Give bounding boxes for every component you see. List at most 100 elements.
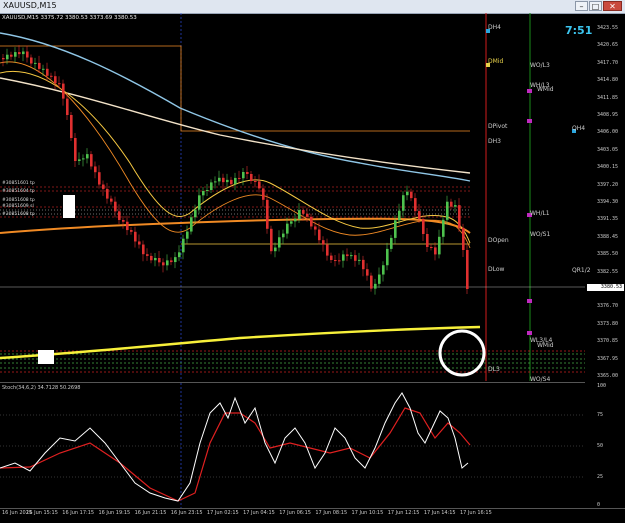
candle-bull [442,219,445,237]
candle-bear [134,231,137,242]
candle-bear [318,229,321,241]
candle-bull [298,210,301,219]
candle-bear [54,76,57,84]
stoch-signal-line [0,407,471,502]
level-label-dopen: DOpen [488,237,509,244]
candle-bear [94,166,97,173]
price-axis-label: 3420.65 [597,42,619,49]
level-marker [527,89,532,93]
level-label-whl1: WH/L1 [530,210,550,217]
candle-bear [326,244,329,256]
time-axis-label: 17 Jun 08:15 [315,510,348,516]
candle-bear [126,221,129,231]
order-label[interactable]: #30851604 tp [2,189,35,194]
candle-bull [86,154,89,159]
price-axis-label: 3403.05 [597,146,619,153]
price-axis-label: 3417.70 [597,59,619,66]
order-label[interactable]: #30851608 tp [2,198,35,203]
candle-bull [386,248,389,266]
candle-bull [438,236,441,255]
window-title: XAUUSD,M15 [3,1,57,10]
time-axis-label: 17 Jun 14:15 [423,510,456,516]
candle-bull [218,177,221,182]
ma-slow [0,32,471,182]
candle-bear [18,52,21,55]
candle-bull [202,191,205,196]
stoch-axis-50: 50 [597,443,604,449]
price-axis-label: 3376.70 [597,303,619,310]
candle-bear [458,205,461,228]
candle-bear [230,179,233,185]
price-axis-label: 3388.45 [597,233,619,240]
candle-bear [306,213,309,217]
candle-bear [158,258,161,263]
candle-bear [98,172,101,185]
candle-bull [154,258,157,261]
price-axis-label: 3391.35 [597,216,619,223]
candle-bear [450,201,453,207]
level-label-wos1: WO/S1 [530,231,551,238]
symbol-info: XAUUSD,M15 3375.72 3380.53 3373.69 3380.… [2,15,137,21]
candle-bull [234,177,237,185]
candle-bear [162,262,165,266]
candle-bull [214,181,217,183]
candle-bear [222,177,225,183]
current-price-label: 3380.53 [587,284,624,291]
price-axis-label: 3370.85 [597,338,619,345]
candle-bear [30,57,33,64]
price-axis-label: 3367.95 [597,355,619,362]
candle-bear [426,234,429,247]
level-label-dpivot: DPivot [488,123,508,130]
candle-bear [70,115,73,138]
price-axis-label: 3423.55 [597,25,619,31]
price-chart[interactable] [0,13,585,381]
order-label[interactable]: #30851601 tp [2,181,35,186]
candle-bear [130,230,133,232]
candle-bear [258,181,261,189]
candle-bull [42,68,45,70]
order-label[interactable]: #30851609 sl [2,204,34,209]
candle-bull [226,179,229,183]
candle-bull [446,201,449,220]
level-marker [527,331,532,335]
candle-bear [50,75,53,77]
stoch-axis-25: 25 [597,474,604,480]
candle-bull [286,223,289,234]
price-axis-label: 3414.80 [597,77,619,84]
time-axis-label: 16 Jun 19:15 [98,510,131,516]
candle-bear [302,210,305,214]
candle-bull [282,233,285,238]
time-axis-label: 17 Jun 12:15 [387,510,420,516]
window-titlebar: XAUUSD,M15 – □ ✕ [0,0,625,14]
stochastic-chart[interactable] [0,382,585,509]
candle-bear [74,138,77,161]
level-label-dmid: DMid [488,58,504,65]
price-axis-label: 3397.20 [597,181,619,188]
candle-bear [150,255,153,261]
candle-bear [90,154,93,167]
level-label-wmid-2: WMid [537,342,554,349]
candle-bear [414,198,417,212]
candle-bear [38,62,41,69]
candle-bear [62,83,65,99]
maximize-button[interactable]: □ [589,1,602,11]
close-button[interactable]: ✕ [603,1,622,11]
candle-bull [34,62,37,64]
trade-marker-block [63,195,75,218]
candle-bull [22,51,25,55]
stoch-main-line [0,392,469,502]
time-axis-label: 17 Jun 02:15 [206,510,239,516]
stoch-axis-75: 75 [597,412,604,418]
candle-bull [358,259,361,261]
level-marker [527,119,532,123]
candle-bear [418,211,421,219]
candle-bear [110,198,113,202]
order-label[interactable]: #30851608 tp [2,212,35,217]
candle-bull [14,52,17,57]
minimize-button[interactable]: – [575,1,588,11]
candle-bull [406,191,409,196]
candle-bear [262,188,265,200]
candle-bear [314,226,317,230]
candle-bull [374,283,377,289]
candle-bear [46,68,49,76]
